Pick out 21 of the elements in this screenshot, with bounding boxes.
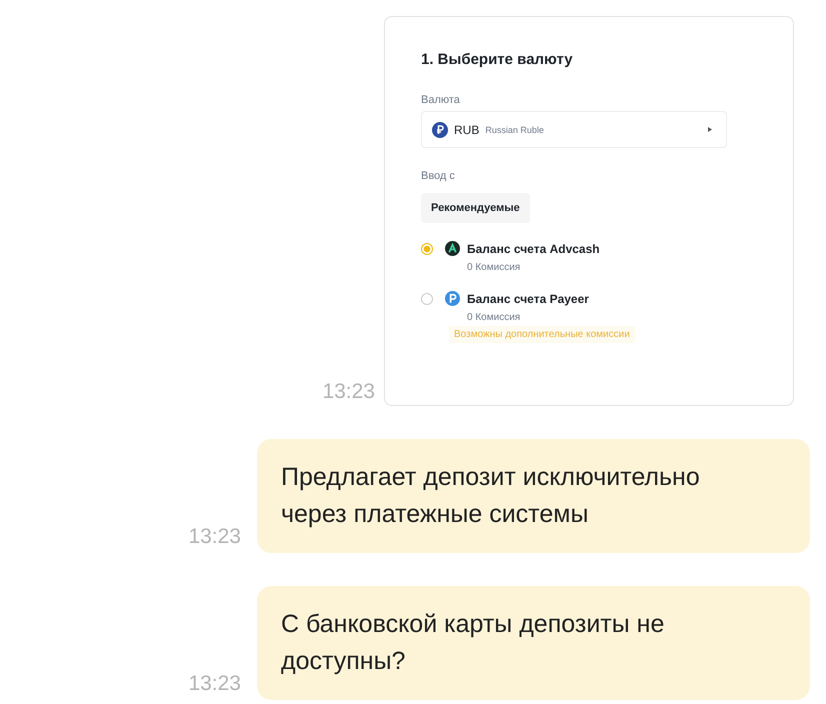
option-name: Баланс счета Advcash (467, 242, 600, 256)
letter-p-logo-icon (445, 291, 460, 306)
letter-a-logo-icon (445, 241, 460, 256)
message-bubble: С банковской карты депозиты не доступны? (257, 586, 810, 700)
fee-text: 0 Комиссия (467, 312, 520, 323)
caret-icon (708, 127, 712, 132)
currency-dropdown[interactable]: RUB Russian Ruble (421, 111, 727, 148)
card-title: 1. Выберите валюту (421, 51, 574, 68)
field-label: Валюта (421, 94, 461, 106)
radio-button[interactable] (421, 293, 433, 305)
field-label: Ввод с (421, 170, 456, 182)
option-name: Баланс счета Payeer (467, 292, 589, 306)
filter-chip[interactable]: Рекомендуемые (421, 193, 530, 223)
message-bubble: Предлагает депозит исключительно через платежные системы (257, 439, 810, 553)
fee-text: 0 Комиссия (467, 262, 520, 273)
message-time: 13:23 (322, 381, 375, 402)
message-time: 13:23 (188, 673, 241, 694)
message-time: 13:23 (188, 526, 241, 547)
radio-button[interactable] (421, 243, 433, 255)
warning-note: Возможны дополнительные комиссии (449, 326, 635, 343)
ruble-coin-icon (432, 122, 448, 138)
